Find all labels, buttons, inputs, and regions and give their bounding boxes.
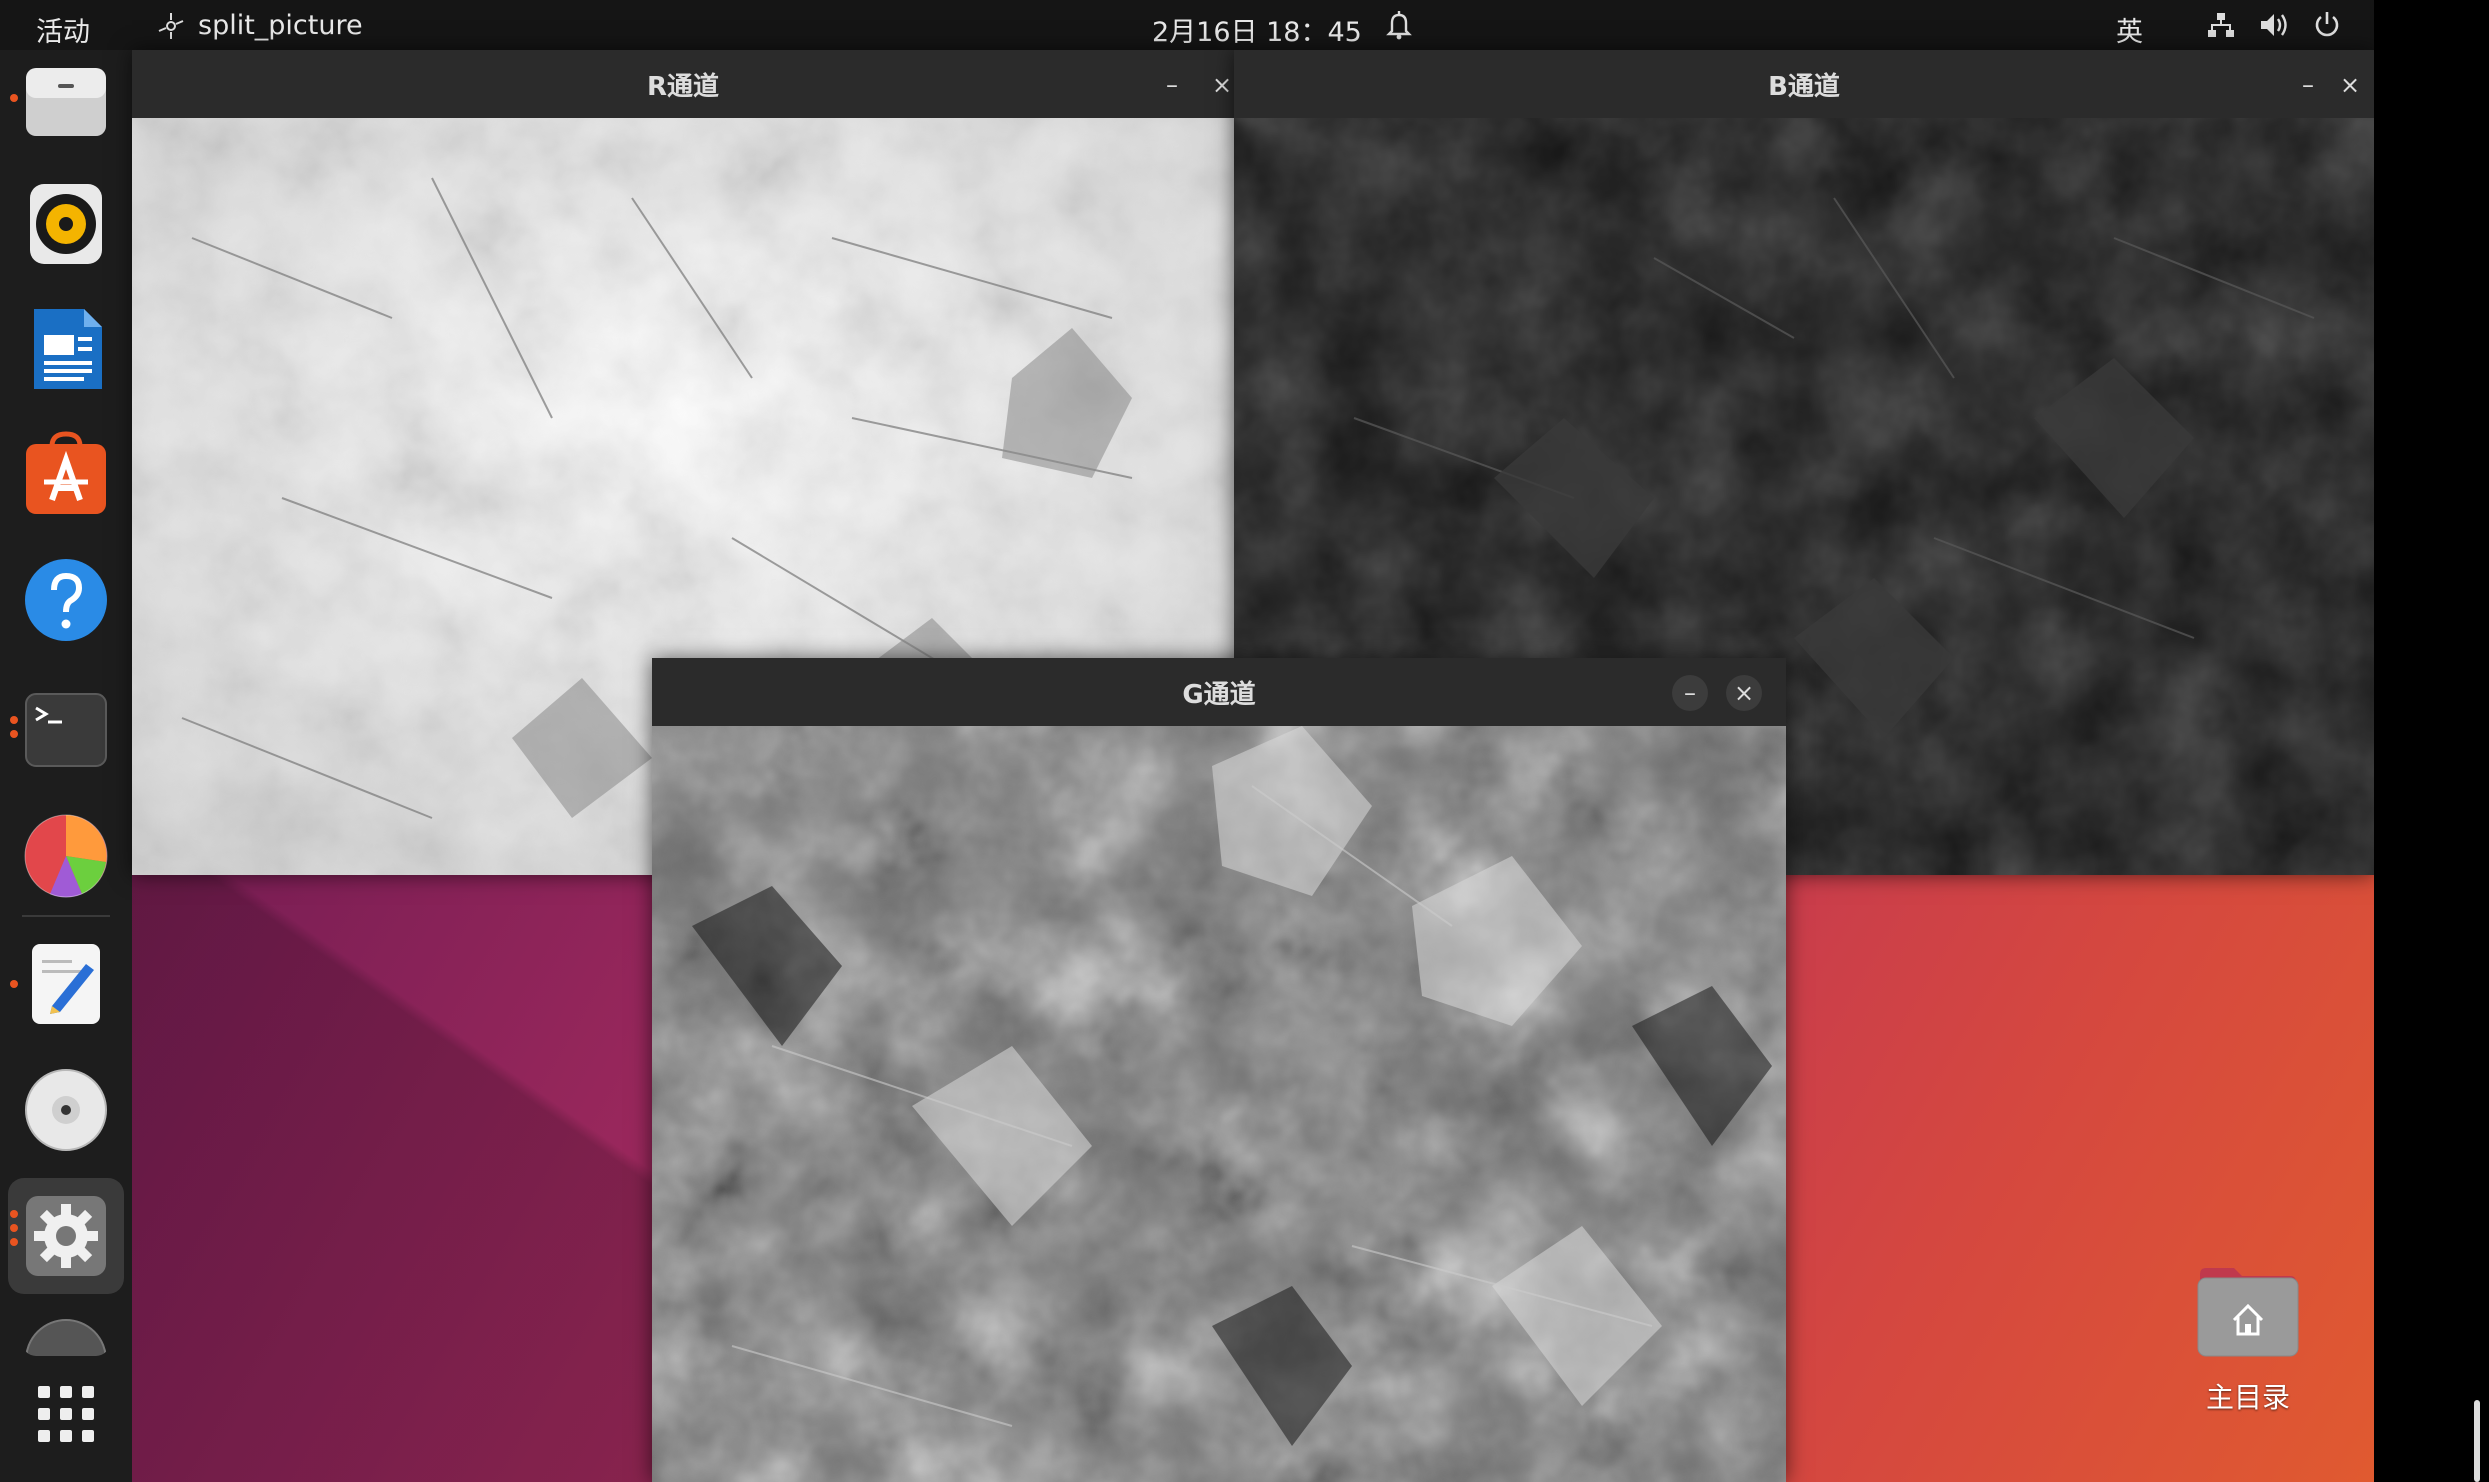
- notification-bell-icon[interactable]: [1384, 9, 1414, 41]
- dock-files[interactable]: [22, 58, 110, 146]
- scrollbar[interactable]: [2474, 1400, 2480, 1482]
- home-folder-icon: [2197, 1268, 2299, 1357]
- close-button[interactable]: ×: [2332, 67, 2368, 103]
- power-icon[interactable]: [2312, 9, 2342, 39]
- minimize-button[interactable]: –: [1154, 67, 1190, 103]
- b-channel-titlebar[interactable]: B通道: [1234, 50, 2374, 118]
- dock-separator: [22, 915, 110, 917]
- dock-trash[interactable]: [22, 1316, 110, 1356]
- running-indicator: [10, 1238, 18, 1246]
- dock-show-apps[interactable]: [22, 1370, 110, 1458]
- dock-app-center[interactable]: [22, 430, 110, 518]
- settings-icon: [26, 1196, 106, 1276]
- running-indicator: [10, 1224, 18, 1232]
- dock-terminal[interactable]: [22, 686, 110, 774]
- r-channel-titlebar[interactable]: R通道: [132, 50, 1234, 118]
- dock-rhythmbox[interactable]: [22, 180, 110, 268]
- window-title: G通道: [1182, 679, 1256, 710]
- files-icon: [26, 68, 106, 136]
- window-title: B通道: [1768, 71, 1840, 102]
- text-editor-icon: [32, 944, 100, 1024]
- disc-icon: [25, 1069, 107, 1151]
- dock-writer[interactable]: [22, 305, 110, 393]
- help-icon: [25, 559, 107, 641]
- g-channel-titlebar[interactable]: G通道: [652, 658, 1786, 726]
- input-method-indicator[interactable]: 英: [2116, 10, 2143, 49]
- app-center-icon: [26, 431, 106, 514]
- running-indicator: [10, 94, 18, 102]
- disk-usage-icon: [24, 814, 108, 898]
- running-indicator: [10, 980, 18, 988]
- network-icon[interactable]: [2206, 10, 2236, 40]
- running-indicator: [10, 716, 18, 724]
- home-folder-label: 主目录: [2205, 1381, 2290, 1414]
- close-button[interactable]: ×: [1726, 675, 1762, 711]
- dock-disc[interactable]: [22, 1066, 110, 1154]
- running-indicator: [10, 730, 18, 738]
- activities-button[interactable]: 活动: [36, 10, 90, 49]
- dock-settings[interactable]: [22, 1192, 110, 1280]
- dock-disk-usage[interactable]: [22, 812, 110, 900]
- dock-help[interactable]: [22, 556, 110, 644]
- dock: [0, 50, 132, 1482]
- top-bar: 活动 split_picture 2月16日 18：45 英: [0, 0, 2374, 50]
- trash-icon: [25, 1319, 107, 1356]
- minimize-button[interactable]: –: [1672, 675, 1708, 711]
- desktop-home-folder[interactable]: 主目录: [2186, 1262, 2310, 1416]
- screen-edge: [2374, 0, 2489, 1482]
- rhythmbox-icon: [30, 184, 102, 264]
- terminal-icon: [25, 693, 107, 767]
- volume-icon[interactable]: [2258, 10, 2292, 40]
- window-title: R通道: [646, 71, 720, 102]
- running-indicator: [10, 1210, 18, 1218]
- show-apps-icon: [38, 1386, 94, 1442]
- dock-text-editor[interactable]: [22, 940, 110, 1028]
- g-channel-image: [652, 726, 1786, 1482]
- app-menu-icon: [158, 13, 184, 39]
- app-menu-label[interactable]: split_picture: [198, 10, 363, 41]
- close-button[interactable]: ×: [1210, 67, 1234, 103]
- minimize-button[interactable]: –: [2290, 67, 2326, 103]
- clock[interactable]: 2月16日 18：45: [1152, 10, 1362, 49]
- g-channel-window[interactable]: G通道 – ×: [652, 658, 1786, 1482]
- libreoffice-writer-icon: [34, 309, 102, 389]
